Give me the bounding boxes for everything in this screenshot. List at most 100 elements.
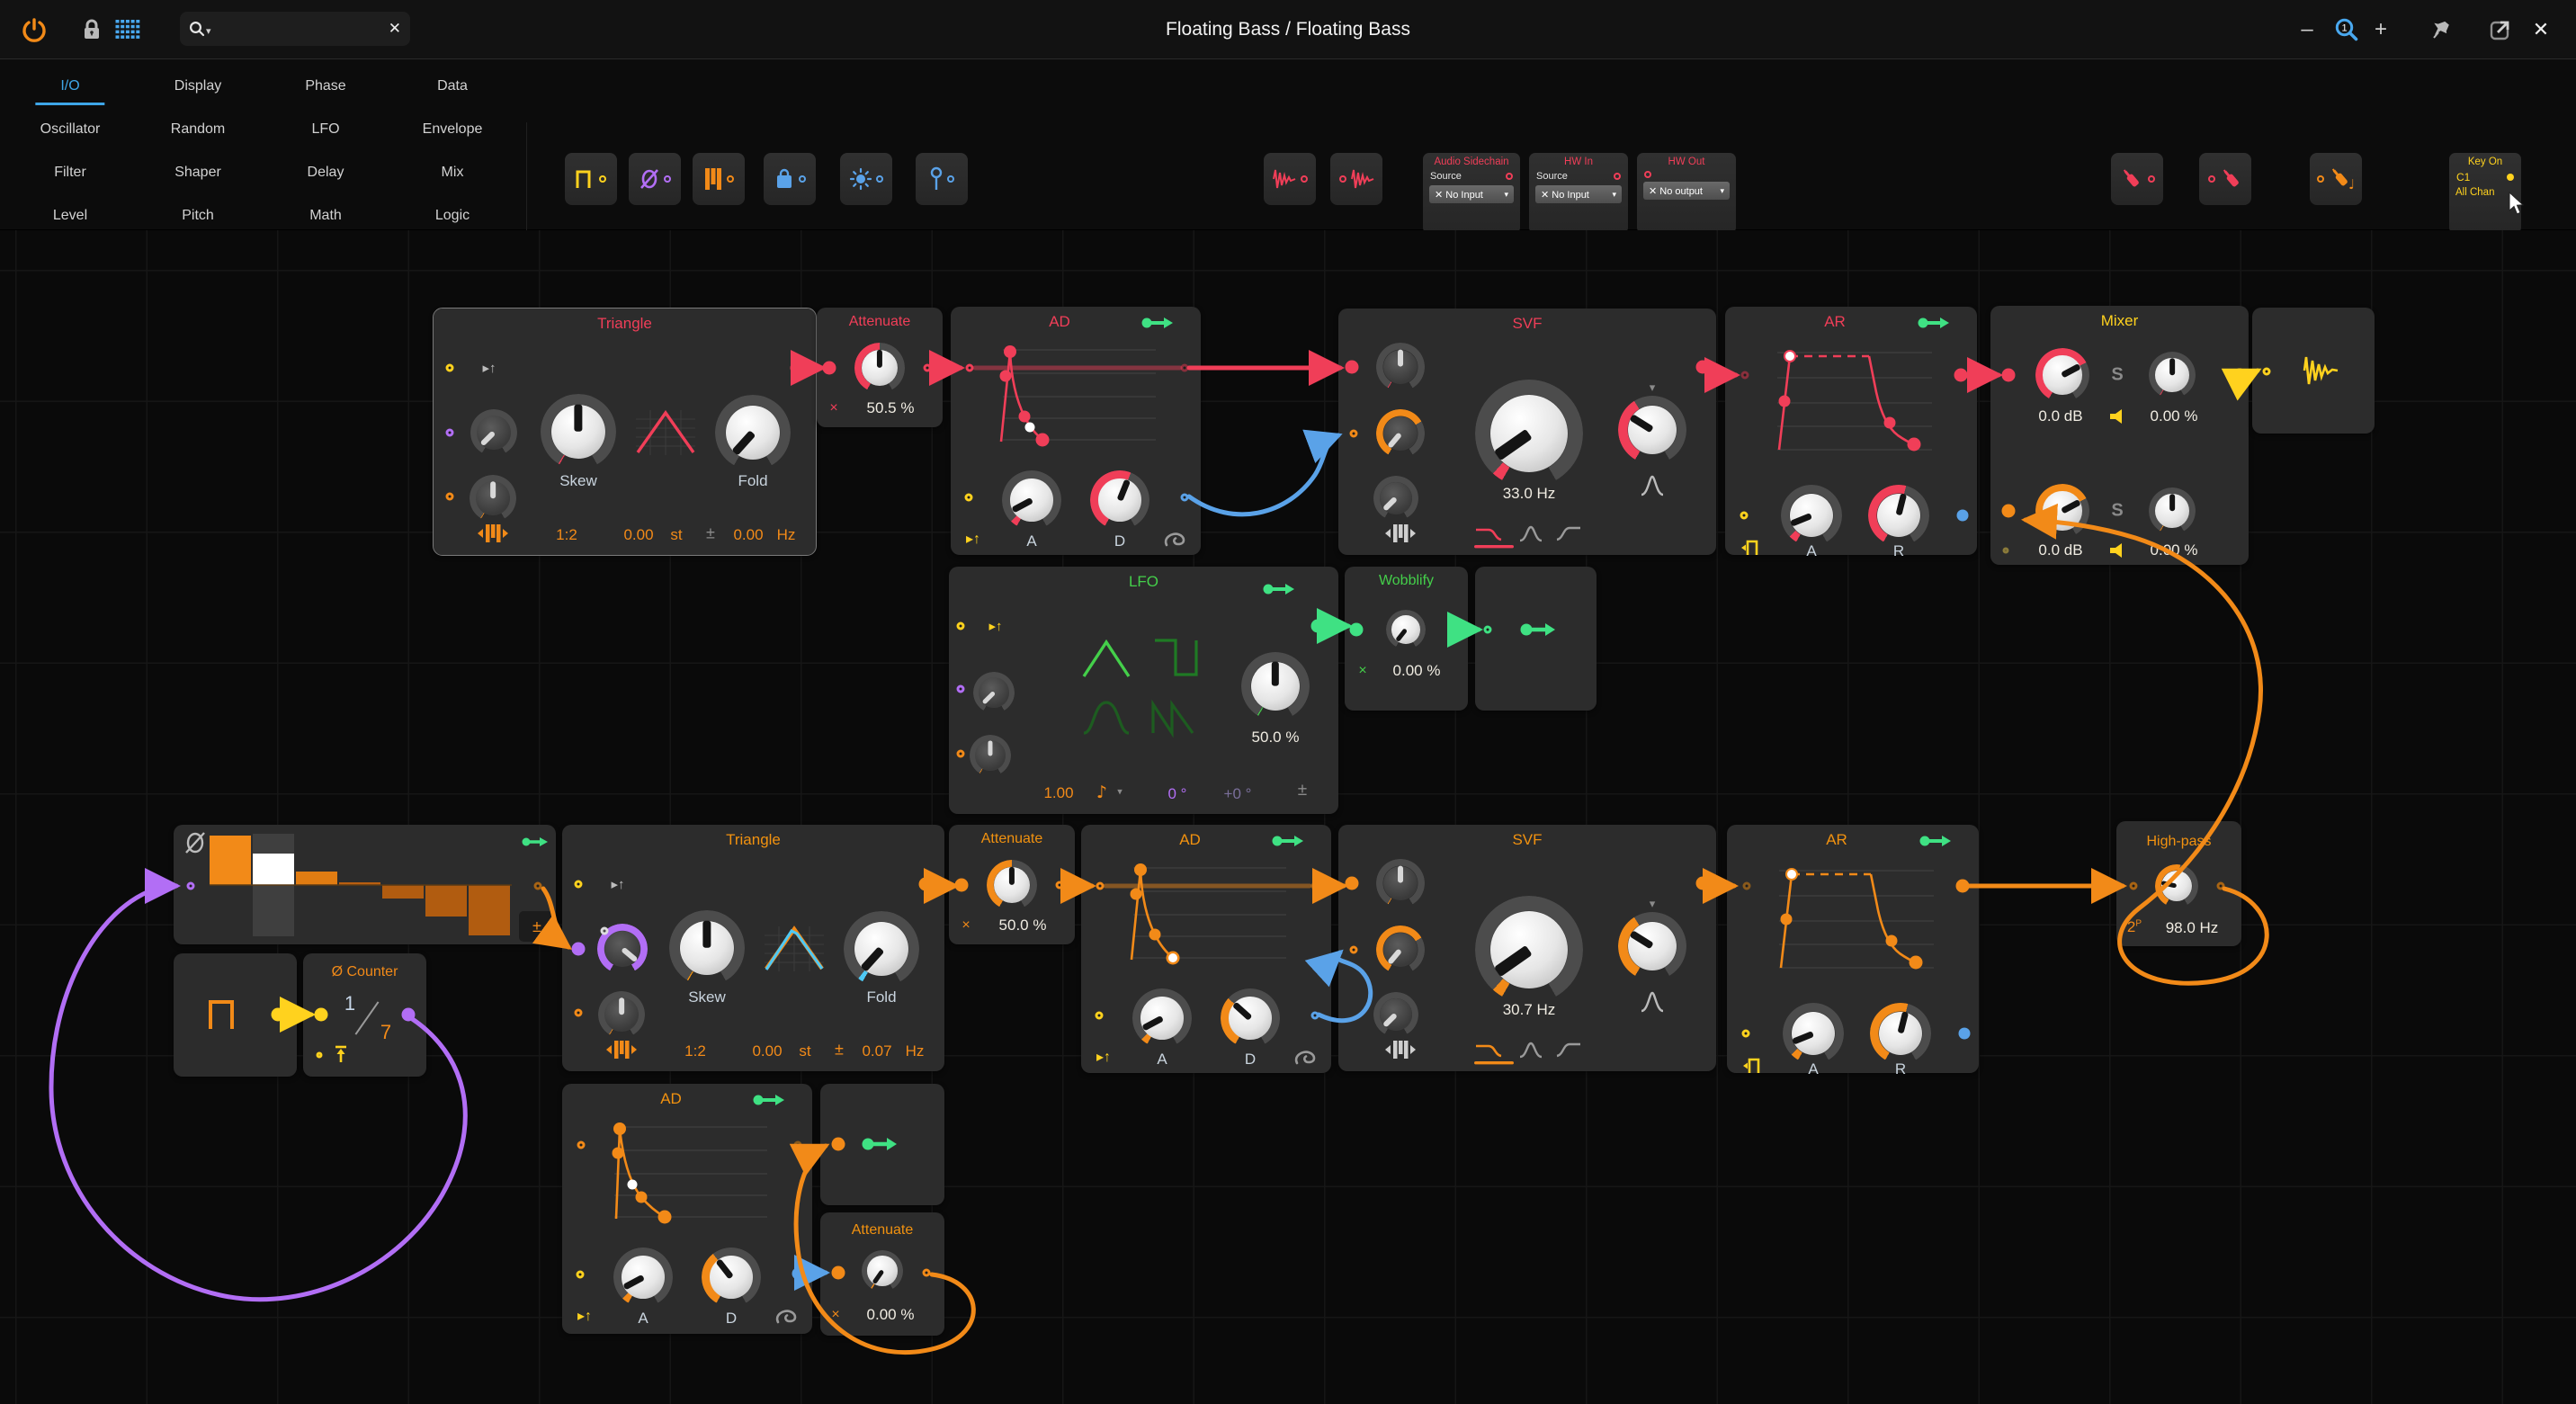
output-enabled-icon[interactable] <box>1272 835 1304 847</box>
note-caret-icon[interactable]: ▾ <box>1117 786 1123 798</box>
in-port[interactable] <box>1096 882 1105 890</box>
ch1-pan-knob[interactable] <box>2149 352 2196 398</box>
amount-knob[interactable] <box>1386 610 1426 649</box>
zoom-out-button[interactable]: – <box>2301 17 2312 42</box>
cutoff-mod-port[interactable] <box>1350 946 1358 954</box>
ch2-mute-icon[interactable] <box>2110 543 2126 558</box>
palette-phase-in[interactable] <box>629 153 681 205</box>
clock-in-port[interactable] <box>315 1008 328 1022</box>
module-title[interactable]: Attenuate <box>820 1222 944 1239</box>
fine-tune-value[interactable]: 0.00 <box>733 526 763 544</box>
attack-knob[interactable] <box>1781 485 1842 546</box>
phase-offset-value[interactable]: +0 ° <box>1224 785 1252 803</box>
thru-out-port[interactable] <box>1181 364 1189 372</box>
out-port[interactable] <box>1453 626 1461 634</box>
gate-in-port[interactable] <box>1741 371 1749 380</box>
phase-in-port[interactable] <box>187 882 195 890</box>
ratio-value[interactable]: 1:2 <box>556 526 577 544</box>
category-logic[interactable]: Logic <box>435 208 470 224</box>
module-mini-green-2[interactable] <box>820 1084 944 1205</box>
palette-pressure-in[interactable] <box>764 153 816 205</box>
retrigger-port[interactable] <box>957 622 965 630</box>
out-port[interactable] <box>923 1269 931 1277</box>
cutoff-knob[interactable] <box>1475 896 1583 1004</box>
amount-value[interactable]: 50.0 % <box>1252 729 1300 747</box>
wave-sine-button[interactable] <box>1081 700 1131 736</box>
filter-lowpass-button[interactable] <box>1474 525 1505 543</box>
skew-knob[interactable] <box>669 910 745 986</box>
audio-in-port[interactable] <box>1346 361 1359 374</box>
phase-port[interactable] <box>957 685 965 693</box>
loop-icon[interactable] <box>775 1309 799 1325</box>
palette-cv-out[interactable] <box>2199 153 2251 205</box>
fm-port[interactable] <box>575 1009 583 1017</box>
module-svf-2[interactable]: SVF 30.7 Hz ▾ <box>1338 825 1716 1071</box>
amount-knob[interactable] <box>1241 652 1310 720</box>
phase-mod-knob[interactable] <box>470 409 517 456</box>
ch1-solo-button[interactable]: S <box>2111 365 2123 386</box>
audio-out-port[interactable] <box>919 878 933 891</box>
module-title[interactable]: Attenuate <box>817 314 943 330</box>
palette-hw-out[interactable]: HW Out ✕ No output ▾ <box>1637 153 1736 234</box>
ch1-level-knob[interactable] <box>2035 348 2089 402</box>
filter-bandpass-button[interactable] <box>1519 525 1543 541</box>
out-port[interactable] <box>1311 620 1325 633</box>
module-triangle-2[interactable]: Triangle ▸↑ Skew Fold 1:2 0.00 st ± 0.07… <box>562 825 944 1071</box>
fm-port[interactable] <box>446 493 454 501</box>
amount-value[interactable]: 0.00 % <box>1393 662 1441 680</box>
pin-icon[interactable] <box>2431 19 2451 40</box>
palette-key-on[interactable]: Key On C1 All Chan <box>2449 153 2521 234</box>
res-mod-knob[interactable] <box>1373 992 1418 1037</box>
retrigger-port[interactable] <box>1742 1030 1750 1038</box>
module-gate-mini[interactable] <box>174 953 297 1077</box>
module-steps[interactable]: ± <box>174 825 556 944</box>
loop-icon[interactable] <box>1294 1050 1318 1066</box>
attack-knob[interactable] <box>613 1248 673 1307</box>
gain-knob[interactable] <box>1376 343 1425 391</box>
audio-out-port[interactable] <box>791 362 804 375</box>
out-port[interactable] <box>2233 369 2247 382</box>
palette-audio-in[interactable] <box>1264 153 1316 205</box>
ch2-aux-port[interactable] <box>2003 548 2009 554</box>
palette-hw-in[interactable]: HW In Source ✕ No Input ▾ <box>1529 153 1628 234</box>
palette-audio-sidechain[interactable]: Audio Sidechain Source ✕ No Input ▾ <box>1423 153 1520 234</box>
eoc-port[interactable] <box>792 1268 804 1280</box>
in-port[interactable] <box>577 1141 586 1149</box>
thru-out-port[interactable] <box>794 1141 802 1149</box>
module-title[interactable]: Attenuate <box>949 831 1075 847</box>
amount-value[interactable]: 0.00 % <box>867 1306 915 1324</box>
ch1-level-value[interactable]: 0.0 dB <box>2038 407 2082 425</box>
retrigger-port[interactable] <box>575 881 583 889</box>
output-enabled-icon[interactable] <box>1141 317 1174 329</box>
amount-knob[interactable] <box>987 860 1037 910</box>
ch1-mute-icon[interactable] <box>2110 409 2126 424</box>
amount-knob[interactable] <box>862 1250 903 1292</box>
ch1-pan-value[interactable]: 0.00 % <box>2151 407 2198 425</box>
cutoff-mod-port[interactable] <box>1350 430 1358 438</box>
palette-audio-out[interactable] <box>1330 153 1382 205</box>
retrigger-port[interactable] <box>1096 1012 1104 1020</box>
amount-value[interactable]: 50.0 % <box>999 917 1047 935</box>
wave-triangle-button[interactable] <box>1081 639 1131 679</box>
palette-gate-in[interactable] <box>565 153 617 205</box>
phase-port[interactable] <box>572 943 586 956</box>
ch1-in-port[interactable] <box>2002 369 2016 382</box>
eoc-port[interactable] <box>1957 510 1969 522</box>
retrigger-port[interactable] <box>965 494 973 502</box>
filter-bandpass-button[interactable] <box>1519 1042 1543 1058</box>
zoom-level-button[interactable]: 1 <box>2334 17 2359 42</box>
cutoff-value[interactable]: 33.0 Hz <box>1503 485 1556 503</box>
keytrack-icon[interactable] <box>1385 523 1416 543</box>
decay-knob[interactable] <box>702 1248 761 1307</box>
module-mini-green[interactable] <box>1475 567 1597 711</box>
fold-knob[interactable] <box>715 395 791 470</box>
phase-mod-knob[interactable] <box>597 924 648 974</box>
category-random[interactable]: Random <box>171 121 225 138</box>
in-port[interactable] <box>832 1266 845 1280</box>
keyon-note[interactable]: C1 <box>2456 171 2470 183</box>
audio-out-port[interactable] <box>1696 877 1710 890</box>
fm-amount-knob[interactable] <box>470 475 516 522</box>
module-ar-2[interactable]: AR A R <box>1727 825 1979 1073</box>
retrigger-port[interactable] <box>577 1271 585 1279</box>
module-title[interactable]: Triangle <box>562 831 944 849</box>
